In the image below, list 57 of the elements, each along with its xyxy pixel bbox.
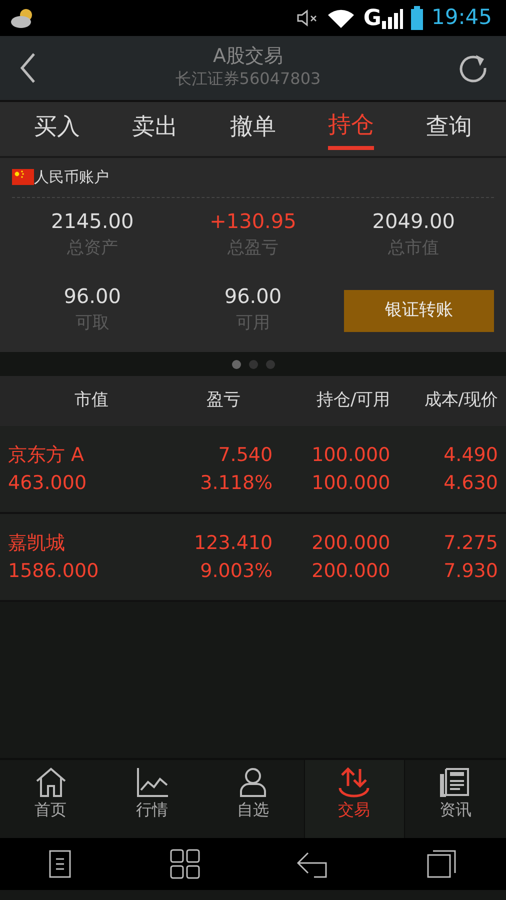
tab[interactable]: 撤单 (230, 110, 276, 148)
signal-icon (381, 7, 404, 29)
table-cell-text: 463.000 (8, 471, 88, 496)
stat-value: 96.00 (223, 283, 283, 310)
stock-row[interactable]: 嘉凯城 1586.000 123.410 9.003% 200.000 200.000 7.275 7.930 (0, 514, 506, 602)
table-cell-text: 123.410 (193, 531, 273, 556)
table-cell-text: 4.490 (442, 443, 498, 468)
nav-tab[interactable]: 行情 (101, 760, 202, 838)
tab[interactable]: 持仓 (328, 108, 374, 150)
table-cell-text: 嘉凯城 (8, 531, 66, 556)
stock-row[interactable]: 京东方 A 463.000 7.540 3.118% 100.000 100.000 4.490 4.630 (0, 426, 506, 514)
nav-tab[interactable]: 资讯 (404, 760, 506, 838)
status-time: 19:45 (431, 4, 492, 32)
home-icon (34, 766, 68, 798)
tab[interactable]: 查询 (426, 110, 472, 148)
line-chart-icon (134, 766, 169, 798)
nav-tab[interactable]: 首页 (0, 760, 102, 838)
mute-icon (295, 8, 320, 28)
page-title: A股交易 (212, 44, 284, 68)
nav-tab[interactable]: 自选 (202, 760, 304, 838)
table-cell-text: 7.930 (442, 559, 498, 584)
arrows-icon (337, 766, 372, 798)
tab[interactable]: 卖出 (132, 110, 178, 148)
page-dot[interactable] (232, 360, 240, 368)
tab[interactable]: 买入 (34, 110, 80, 148)
menu-icon[interactable] (48, 849, 74, 879)
table-cell-text: 200.000 (310, 531, 390, 556)
nav-tab[interactable]: 交易 (304, 760, 405, 838)
table-cell-text: 100.000 (310, 443, 390, 468)
battery-icon (411, 6, 424, 30)
column-header: 持仓/可用 (315, 389, 390, 412)
stat-value: 96.00 (62, 283, 122, 310)
table-cell-text: 7.540 (217, 443, 273, 468)
recent-apps-icon[interactable] (426, 849, 458, 879)
table-cell-text: 100.000 (310, 471, 390, 496)
account-subtitle: 长江证券56047803 (174, 68, 322, 90)
table-cell-text: 7.275 (442, 531, 498, 556)
column-header: 成本/现价 (423, 389, 498, 412)
table-cell-text: 3.118% (199, 471, 273, 496)
transfer-button[interactable]: 银证转账 (344, 290, 494, 332)
page-dot[interactable] (248, 360, 258, 368)
table-cell-text: 200.000 (310, 559, 390, 584)
stat-value: 2145.00 (50, 208, 135, 234)
wifi-icon (327, 7, 356, 29)
grid-icon[interactable] (170, 849, 200, 879)
page-dot[interactable] (266, 360, 274, 368)
stat-value: 2049.00 (371, 208, 456, 234)
stat-value: +130.95 (208, 208, 298, 234)
table-cell-text: 4.630 (442, 471, 498, 496)
table-cell-text: 京东方 A (8, 443, 86, 468)
table-cell-text: 1586.000 (8, 559, 100, 584)
account-label: 人民币账户 (34, 167, 109, 188)
flag-icon (12, 169, 34, 186)
column-header: 市值 (73, 389, 110, 412)
column-header: 盈亏 (206, 389, 242, 412)
network-type: G (363, 4, 382, 32)
table-cell-text: 9.003% (199, 559, 273, 584)
